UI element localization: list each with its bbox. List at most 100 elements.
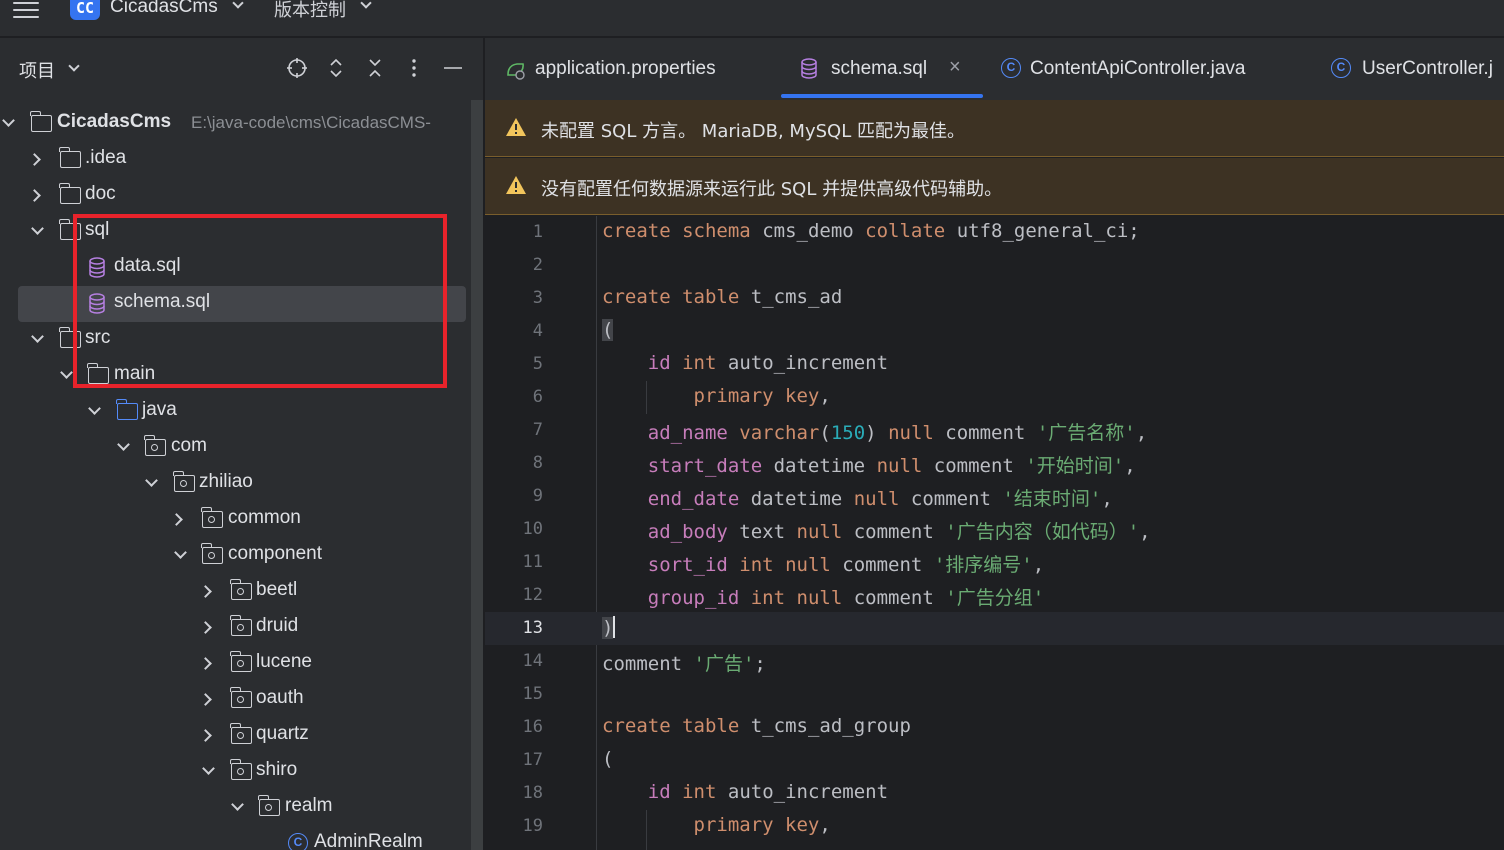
- tree-row-zhiliao[interactable]: zhiliao: [0, 466, 470, 502]
- chevron-down-icon[interactable]: [360, 0, 372, 9]
- chevron-down-icon[interactable]: [2, 114, 15, 127]
- main-menu-icon[interactable]: [13, 0, 39, 20]
- chevron-down-icon[interactable]: [31, 222, 44, 235]
- code-line[interactable]: 18 id int auto_increment: [485, 777, 1504, 810]
- chevron-down-icon[interactable]: [232, 0, 244, 9]
- chevron-down-icon[interactable]: [60, 366, 73, 379]
- active-tab-indicator: [781, 94, 983, 98]
- chevron-right-icon[interactable]: [199, 585, 212, 598]
- chevron-down-icon[interactable]: [202, 762, 215, 775]
- tree-label: lucene: [256, 651, 312, 672]
- code-line[interactable]: 17 (: [485, 744, 1504, 777]
- chevron-right-icon[interactable]: [199, 621, 212, 634]
- chevron-right-icon[interactable]: [199, 693, 212, 706]
- locate-icon[interactable]: [286, 57, 308, 79]
- package-icon: [230, 615, 252, 636]
- code-line[interactable]: 11 sort_id int null comment '排序编号',: [485, 546, 1504, 579]
- chevron-down-icon[interactable]: [231, 798, 244, 811]
- code-line[interactable]: 5 id int auto_increment: [485, 348, 1504, 381]
- more-options-icon[interactable]: [403, 57, 425, 79]
- package-icon: [258, 795, 280, 816]
- tree-row-common[interactable]: common: [0, 502, 470, 538]
- folder-icon: [59, 147, 81, 168]
- code-line[interactable]: 19 primary key,: [485, 810, 1504, 843]
- line-number: 16: [522, 717, 543, 737]
- expand-all-icon[interactable]: [325, 57, 347, 79]
- chevron-down-icon[interactable]: [68, 60, 80, 72]
- tree-row-oauth[interactable]: oauth: [0, 682, 470, 718]
- tree-label: CicadasCms: [57, 111, 172, 132]
- line-number: 3: [532, 288, 543, 308]
- minimize-icon[interactable]: [442, 57, 464, 79]
- code-line[interactable]: 6 primary key,: [485, 381, 1504, 414]
- chevron-down-icon[interactable]: [145, 474, 158, 487]
- chevron-right-icon[interactable]: [28, 153, 41, 166]
- line-number: 4: [532, 321, 543, 341]
- panel-header: 项目: [0, 38, 484, 100]
- panel-scrollbar[interactable]: [471, 100, 483, 850]
- tree-row-idea[interactable]: .idea: [0, 142, 470, 178]
- warning-banner-datasource[interactable]: 没有配置任何数据源来运行此 SQL 并提供高级代码辅助。: [485, 158, 1504, 215]
- code-text: group_id int null comment '广告分组': [647, 587, 1045, 609]
- code-line[interactable]: 14 comment '广告';: [485, 645, 1504, 678]
- line-number: 19: [522, 816, 543, 836]
- chevron-right-icon[interactable]: [199, 729, 212, 742]
- code-text: (: [602, 748, 614, 770]
- vcs-menu[interactable]: 版本控制: [274, 0, 346, 22]
- properties-icon: [507, 63, 525, 80]
- package-icon: [230, 759, 252, 780]
- tree-label: doc: [85, 183, 116, 204]
- code-line[interactable]: 10 ad_body text null comment '广告内容（如代码）'…: [485, 513, 1504, 546]
- code-line[interactable]: 2: [485, 249, 1504, 282]
- chevron-right-icon[interactable]: [199, 657, 212, 670]
- panel-title[interactable]: 项目: [19, 57, 55, 83]
- code-editor[interactable]: 1 create schema cms_demo collate utf8_ge…: [485, 216, 1504, 850]
- tree-row-beetl[interactable]: beetl: [0, 574, 470, 610]
- tree-row-doc[interactable]: doc: [0, 178, 470, 214]
- tree-row-com[interactable]: com: [0, 430, 470, 466]
- project-name[interactable]: CicadasCms: [110, 0, 218, 18]
- class-icon: C: [1331, 58, 1351, 78]
- code-line[interactable]: 1 create schema cms_demo collate utf8_ge…: [485, 216, 1504, 249]
- tab-user-controller[interactable]: C UserController.j: [1325, 38, 1504, 100]
- tree-row-component[interactable]: component: [0, 538, 470, 574]
- chevron-down-icon[interactable]: [31, 330, 44, 343]
- tree-row-druid[interactable]: druid: [0, 610, 470, 646]
- tree-row-lucene[interactable]: lucene: [0, 646, 470, 682]
- chevron-right-icon[interactable]: [28, 189, 41, 202]
- tab-content-api-controller[interactable]: C ContentApiController.java: [995, 38, 1315, 100]
- tree-row-shiro[interactable]: shiro: [0, 754, 470, 790]
- line-number: 14: [522, 651, 543, 671]
- project-badge[interactable]: CC: [70, 0, 100, 20]
- code-line[interactable]: 4 (: [485, 315, 1504, 348]
- chevron-right-icon[interactable]: [170, 513, 183, 526]
- code-line-current[interactable]: 13 ): [485, 612, 1504, 645]
- code-line[interactable]: 9 end_date datetime null comment '结束时间',: [485, 480, 1504, 513]
- tree-label: beetl: [256, 579, 298, 600]
- close-icon[interactable]: ×: [949, 56, 961, 79]
- warning-icon: [506, 176, 526, 194]
- tab-application-properties[interactable]: application.properties: [485, 38, 775, 100]
- code-line[interactable]: 7 ad_name varchar(150) null comment '广告名…: [485, 414, 1504, 447]
- code-line[interactable]: 8 start_date datetime null comment '开始时间…: [485, 447, 1504, 480]
- tree-row-project-root[interactable]: CicadasCms E:\java-code\cms\CicadasCMS-: [0, 106, 470, 142]
- tree-label: component: [228, 543, 323, 564]
- chevron-down-icon[interactable]: [117, 438, 130, 451]
- code-line[interactable]: 12 group_id int null comment '广告分组': [485, 579, 1504, 612]
- tab-schema-sql[interactable]: schema.sql ×: [781, 38, 983, 100]
- code-text: comment '广告';: [602, 653, 766, 675]
- tree-row-adminrealm[interactable]: C AdminRealm: [0, 826, 470, 850]
- tree-row-quartz[interactable]: quartz: [0, 718, 470, 754]
- tree-label: .idea: [85, 147, 127, 168]
- tree-row-realm[interactable]: realm: [0, 790, 470, 826]
- code-line[interactable]: 3 create table t_cms_ad: [485, 282, 1504, 315]
- code-line[interactable]: 15: [485, 678, 1504, 711]
- code-line[interactable]: 16 create table t_cms_ad_group: [485, 711, 1504, 744]
- tree-row-java[interactable]: java: [0, 394, 470, 430]
- folder-icon: [59, 183, 81, 204]
- code-text: (: [602, 319, 614, 341]
- chevron-down-icon[interactable]: [174, 546, 187, 559]
- chevron-down-icon[interactable]: [88, 402, 101, 415]
- collapse-all-icon[interactable]: [364, 57, 386, 79]
- warning-banner-dialect[interactable]: 未配置 SQL 方言。 MariaDB, MySQL 匹配为最佳。: [485, 100, 1504, 157]
